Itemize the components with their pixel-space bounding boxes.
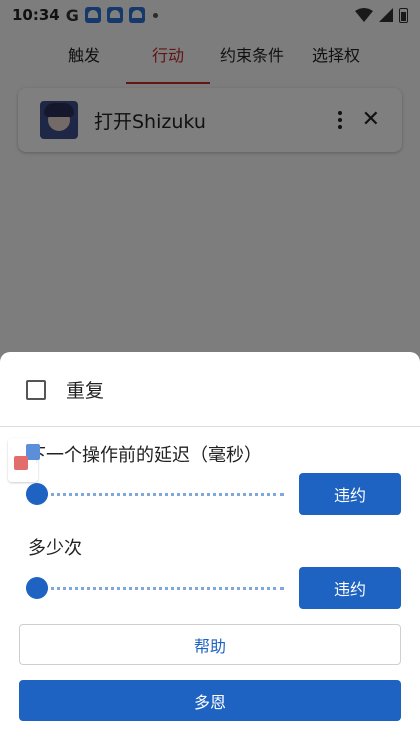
done-button[interactable]: 多恩 bbox=[19, 680, 401, 721]
action-options-sheet: 重复 下一个操作前的延迟（毫秒） 违约 多少次 违约 帮助 多恩 bbox=[0, 352, 420, 747]
help-button[interactable]: 帮助 bbox=[19, 624, 401, 665]
delay-slider[interactable] bbox=[26, 483, 284, 505]
floating-widget[interactable] bbox=[8, 438, 40, 482]
slider-track bbox=[26, 587, 284, 590]
repeat-checkbox[interactable] bbox=[26, 379, 46, 400]
repeat-option[interactable]: 重复 bbox=[26, 376, 104, 403]
slider-thumb[interactable] bbox=[26, 483, 48, 505]
count-default-button[interactable]: 违约 bbox=[299, 567, 401, 609]
count-label: 多少次 bbox=[28, 538, 82, 559]
count-slider[interactable] bbox=[26, 577, 284, 599]
floating-widget-icon bbox=[26, 444, 40, 460]
slider-track bbox=[26, 493, 284, 496]
floating-widget-icon bbox=[14, 456, 28, 470]
repeat-label: 重复 bbox=[66, 380, 105, 402]
delay-default-button[interactable]: 违约 bbox=[299, 473, 401, 515]
delay-label: 下一个操作前的延迟（毫秒） bbox=[28, 445, 262, 466]
divider bbox=[0, 426, 420, 427]
slider-thumb[interactable] bbox=[26, 577, 48, 599]
